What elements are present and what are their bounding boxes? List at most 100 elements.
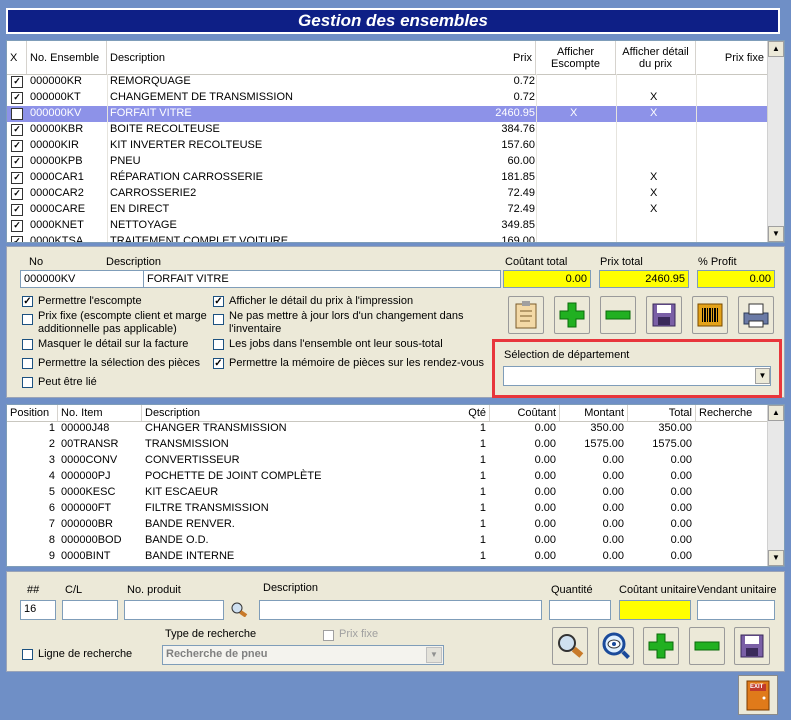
ensemble-row[interactable]: ✓ 00000KPB PNEU 60.00: [7, 154, 768, 170]
ensemble-row[interactable]: ✓ 00000KIR KIT INVERTER RECOLTEUSE 157.60: [7, 138, 768, 154]
masquer-detail-checkbox[interactable]: [22, 339, 33, 350]
add-item-button[interactable]: [643, 627, 679, 665]
item-total: 0.00: [670, 534, 692, 546]
row-checkbox[interactable]: ✓: [11, 236, 23, 242]
product-search-button[interactable]: [228, 599, 250, 619]
ensembles-grid[interactable]: X No. Ensemble Description Prix Afficher…: [6, 40, 785, 243]
scroll-up-icon[interactable]: ▲: [768, 41, 784, 57]
ensemble-row[interactable]: ✓ 0000CARE EN DIRECT 72.49 X: [7, 202, 768, 218]
items-grid[interactable]: Position No. Item Description Qté Coûtan…: [6, 404, 785, 567]
item-description: CHANGER TRANSMISSION: [145, 422, 287, 434]
item-row[interactable]: 1 00000J48 CHANGER TRANSMISSION 1 0.00 350.00…: [7, 421, 768, 437]
item-row[interactable]: 9 0000BINT BANDE INTERNE 1 0.00 0.00 0.00: [7, 549, 768, 565]
exit-button[interactable]: EXIT: [738, 675, 778, 715]
remove-item-button[interactable]: [689, 627, 725, 665]
col-no-item[interactable]: No. Item: [58, 405, 142, 421]
ensemble-row[interactable]: ✓ 0000CAR2 CARROSSERIE2 72.49 X: [7, 186, 768, 202]
items-scrollbar[interactable]: ▲ ▼: [767, 405, 784, 566]
ensemble-row[interactable]: ✓ 00000KBR BOITE RECOLTEUSE 384.76: [7, 122, 768, 138]
department-select[interactable]: [503, 366, 771, 386]
cl-field[interactable]: [62, 600, 118, 620]
row-checkbox[interactable]: ✓: [11, 108, 23, 120]
selection-pieces-checkbox[interactable]: [22, 358, 33, 369]
ensemble-row[interactable]: ✓ 0000CAR1 RÉPARATION CARROSSERIE 181.85 X: [7, 170, 768, 186]
col-recherche[interactable]: Recherche: [696, 405, 768, 421]
row-checkbox[interactable]: ✓: [11, 204, 23, 216]
row-checkbox[interactable]: ✓: [11, 156, 23, 168]
no-produit-field[interactable]: [124, 600, 224, 620]
item-row[interactable]: 6 000000FT FILTRE TRANSMISSION 1 0.00 0.00 0.0…: [7, 501, 768, 517]
scroll-up-icon[interactable]: ▲: [768, 405, 784, 421]
description-field[interactable]: FORFAIT VITRE: [143, 270, 501, 288]
col-position[interactable]: Position: [7, 405, 58, 421]
col-afficher-escompte[interactable]: Afficher Escompte: [536, 41, 616, 74]
ensemble-row[interactable]: ✓ 0000KNET NETTOYAGE 349.85: [7, 218, 768, 234]
print-button[interactable]: [738, 296, 774, 334]
chevron-down-icon[interactable]: ▼: [426, 647, 442, 663]
row-checkbox[interactable]: ✓: [11, 220, 23, 232]
col-montant[interactable]: Montant: [560, 405, 628, 421]
item-row[interactable]: 2 00TRANSR TRANSMISSION 1 0.00 1575.00 1575.00: [7, 437, 768, 453]
ensemble-row[interactable]: ✓ 0000KTSA TRAITEMENT COMPLET VOITURE 169.0…: [7, 234, 768, 242]
profit-field: 0.00: [697, 270, 775, 288]
grid-line: [616, 74, 617, 242]
view-item-button[interactable]: [598, 627, 634, 665]
col-afficher-detail[interactable]: Afficher détail du prix: [616, 41, 696, 74]
type-recherche-select[interactable]: Recherche de pneu: [162, 645, 444, 665]
save-ensemble-button[interactable]: [646, 296, 682, 334]
row-checkbox[interactable]: ✓: [11, 92, 23, 104]
num-label: ##: [27, 584, 40, 596]
save-item-button[interactable]: [734, 627, 770, 665]
ligne-recherche-checkbox[interactable]: [22, 649, 33, 660]
permettre-escompte-checkbox[interactable]: ✓: [22, 296, 33, 307]
barcode-button[interactable]: [692, 296, 728, 334]
item-row[interactable]: 4 000000PJ POCHETTE DE JOINT COMPLÈTE 1 0.00…: [7, 469, 768, 485]
quantite-field[interactable]: [549, 600, 611, 620]
coutant-unitaire-field[interactable]: [619, 600, 691, 620]
col-coutant[interactable]: Coûtant: [490, 405, 560, 421]
scroll-down-icon[interactable]: ▼: [768, 550, 784, 566]
afficher-detail-impression-checkbox[interactable]: ✓: [213, 296, 224, 307]
col-no-ensemble[interactable]: No. Ensemble: [27, 41, 107, 74]
jobs-sous-total-checkbox[interactable]: [213, 339, 224, 350]
memoire-pieces-checkbox[interactable]: ✓: [213, 358, 224, 369]
row-checkbox[interactable]: ✓: [11, 76, 23, 88]
col-prix[interactable]: Prix: [457, 41, 536, 74]
col-total[interactable]: Total: [628, 405, 696, 421]
add-ensemble-button[interactable]: [554, 296, 590, 334]
num-field[interactable]: 16: [20, 600, 56, 620]
col-x[interactable]: X: [7, 41, 27, 74]
ensemble-row[interactable]: ✓ 000000KT CHANGEMENT DE TRANSMISSION 0.72 X: [7, 90, 768, 106]
scroll-down-icon[interactable]: ▼: [768, 226, 784, 242]
item-row[interactable]: 7 000000BR BANDE RENVER. 1 0.00 0.00 0.00: [7, 517, 768, 533]
search-item-button[interactable]: [552, 627, 588, 665]
remove-ensemble-button[interactable]: [600, 296, 636, 334]
ensembles-scrollbar[interactable]: ▲ ▼: [767, 41, 784, 242]
vendant-unitaire-field[interactable]: [697, 600, 775, 620]
ensemble-detail: X: [650, 91, 658, 103]
peut-etre-lie-checkbox[interactable]: [22, 377, 33, 388]
row-checkbox[interactable]: ✓: [11, 124, 23, 136]
prix-fixe-entry-checkbox[interactable]: [323, 630, 334, 641]
entry-description-field[interactable]: [259, 600, 542, 620]
no-field[interactable]: 000000KV: [20, 270, 144, 288]
col-qte[interactable]: Qté: [462, 405, 490, 421]
memoire-pieces-label: Permettre la mémoire de pièces sur les r…: [229, 357, 484, 369]
prix-fixe-checkbox[interactable]: [22, 314, 33, 325]
ensemble-prix: 72.49: [507, 203, 535, 215]
item-row[interactable]: 5 0000KESC KIT ESCAEUR 1 0.00 0.00 0.00: [7, 485, 768, 501]
ensemble-row[interactable]: ✓ 000000KR REMORQUAGE 0.72: [7, 74, 768, 90]
prix-fixe-entry-label: Prix fixe: [339, 628, 379, 640]
ne-pas-mettre-a-jour-checkbox[interactable]: [213, 314, 224, 325]
notepad-button[interactable]: [508, 296, 544, 334]
row-checkbox[interactable]: ✓: [11, 188, 23, 200]
item-row[interactable]: 8 000000BOD BANDE O.D. 1 0.00 0.00 0.00: [7, 533, 768, 549]
chevron-down-icon[interactable]: ▼: [755, 368, 770, 384]
item-row[interactable]: 3 0000CONV CONVERTISSEUR 1 0.00 0.00 0.00: [7, 453, 768, 469]
item-qte: 1: [479, 422, 486, 434]
row-checkbox[interactable]: ✓: [11, 172, 23, 184]
row-checkbox[interactable]: ✓: [11, 140, 23, 152]
ensemble-row[interactable]: ✓ 000000KV FORFAIT VITRE 2460.95 X X: [7, 106, 768, 122]
col-prix-fixe[interactable]: Prix fixe: [696, 41, 768, 74]
col-item-description[interactable]: Description: [142, 405, 490, 421]
